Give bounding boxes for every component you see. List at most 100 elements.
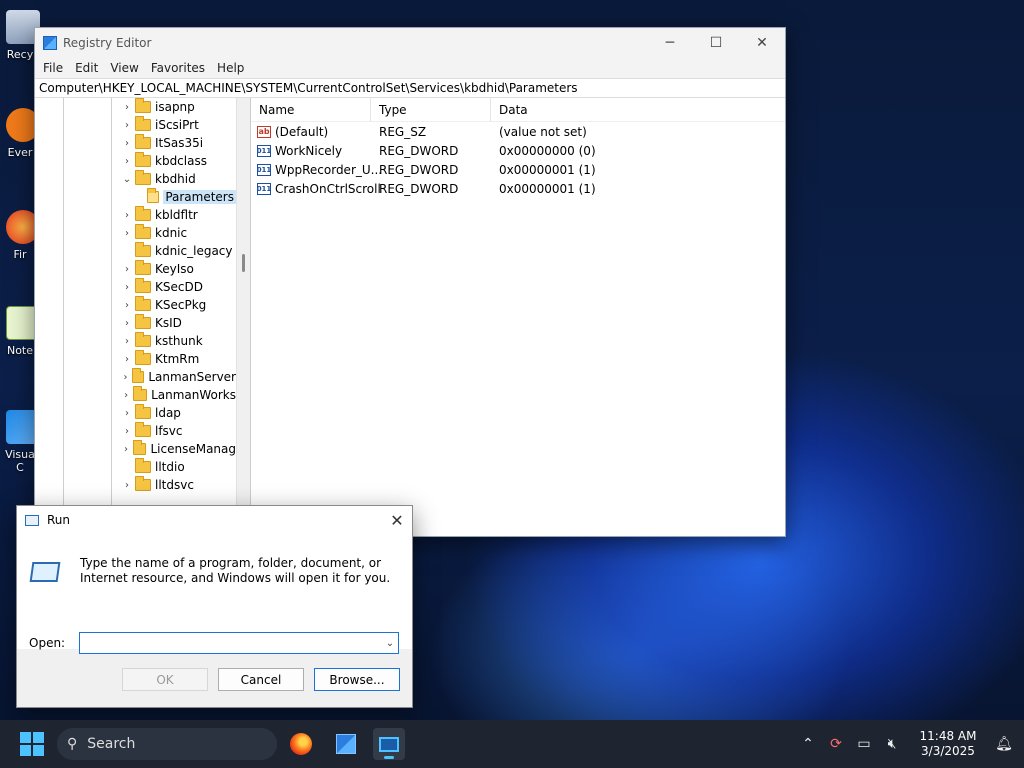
chevron-right-icon[interactable]: ›	[121, 408, 133, 419]
chevron-right-icon[interactable]: ›	[121, 102, 133, 113]
value-name: (Default)	[275, 124, 329, 139]
tree-item[interactable]: › kdnic	[35, 224, 236, 242]
tree-item[interactable]: › ksthunk	[35, 332, 236, 350]
folder-icon	[132, 440, 147, 455]
taskbar-search[interactable]: ⚲ Search	[57, 728, 277, 760]
chevron-down-icon[interactable]: ⌄	[121, 174, 133, 185]
chevron-right-icon[interactable]: ›	[121, 318, 133, 329]
chevron-right-icon[interactable]: ›	[121, 372, 130, 383]
chevron-down-icon[interactable]: ⌄	[383, 634, 397, 652]
run-title-bar[interactable]: Run ✕	[17, 506, 412, 534]
taskbar-registry-editor[interactable]	[330, 728, 362, 760]
minimize-icon: ─	[665, 35, 675, 51]
key-tree-pane[interactable]: › isapnp › iScsiPrt › ItSas35i › kbdclass ⌄ kbdhi…	[35, 98, 251, 536]
clock[interactable]: 11:48 AM 3/3/2025	[912, 729, 984, 759]
open-label: Open:	[29, 636, 66, 650]
value-data: (value not set)	[499, 124, 587, 139]
chevron-right-icon[interactable]: ›	[121, 426, 133, 437]
value-type: REG_DWORD	[379, 162, 459, 177]
value-row[interactable]: 011 WppRecorder_U... REG_DWORD 0x00000001 (…	[251, 160, 785, 179]
registry-editor-icon	[43, 36, 57, 50]
tree-item[interactable]: lltdio	[35, 458, 236, 476]
menu-file[interactable]: File	[37, 61, 69, 75]
chevron-right-icon[interactable]: ›	[121, 210, 133, 221]
chevron-right-icon[interactable]: ›	[121, 480, 133, 491]
tree-item[interactable]: › LicenseManag	[35, 440, 236, 458]
firefox-icon	[290, 733, 312, 755]
menu-favorites[interactable]: Favorites	[145, 61, 211, 75]
value-row[interactable]: 011 CrashOnCtrlScroll REG_DWORD 0x00000001 …	[251, 179, 785, 198]
menu-view[interactable]: View	[104, 61, 144, 75]
menu-edit[interactable]: Edit	[69, 61, 104, 75]
tree-item[interactable]: › lfsvc	[35, 422, 236, 440]
taskbar-run[interactable]	[373, 728, 405, 760]
tree-scrollbar-thumb[interactable]	[242, 254, 245, 272]
tree-scrollbar[interactable]	[236, 98, 250, 536]
tree-item[interactable]: › ItSas35i	[35, 134, 236, 152]
menu-help[interactable]: Help	[211, 61, 250, 75]
chevron-right-icon[interactable]: ›	[121, 138, 133, 149]
tree-item[interactable]: › iScsiPrt	[35, 116, 236, 134]
tree-item-label: KsID	[155, 316, 182, 330]
tree-item[interactable]: › isapnp	[35, 98, 236, 116]
tree-item[interactable]: › KtmRm	[35, 350, 236, 368]
tree-item[interactable]: › KSecPkg	[35, 296, 236, 314]
start-button[interactable]	[20, 732, 44, 756]
value-type: REG_DWORD	[379, 143, 459, 158]
tree-item[interactable]: kdnic_legacy	[35, 242, 236, 260]
close-icon: ✕	[756, 35, 768, 51]
tree-item[interactable]: › kbdclass	[35, 152, 236, 170]
chevron-up-icon[interactable]: ⌃	[794, 736, 822, 752]
chevron-right-icon[interactable]: ›	[121, 444, 131, 455]
tree-item[interactable]: › KSecDD	[35, 278, 236, 296]
column-header-data[interactable]: Data	[491, 98, 651, 122]
tree-item-label: LicenseManag	[150, 442, 236, 456]
open-input[interactable]	[79, 632, 399, 654]
minimize-button[interactable]: ─	[647, 28, 693, 58]
browse-button[interactable]: Browse...	[314, 668, 400, 691]
tree-item[interactable]: Parameters	[35, 188, 236, 206]
address-bar[interactable]: Computer\HKEY_LOCAL_MACHINE\SYSTEM\Curre…	[35, 78, 785, 98]
tree-item[interactable]: › KsID	[35, 314, 236, 332]
tree-item[interactable]: › KeyIso	[35, 260, 236, 278]
registry-editor-window[interactable]: Registry Editor ─ ☐ ✕ File Edit View Fav…	[34, 27, 786, 537]
chevron-right-icon[interactable]: ›	[121, 336, 133, 347]
close-icon: ✕	[390, 510, 404, 530]
chevron-right-icon[interactable]: ›	[121, 264, 133, 275]
run-dialog[interactable]: Run ✕ Type the name of a program, folder…	[16, 505, 413, 708]
chevron-right-icon[interactable]: ›	[121, 354, 133, 365]
tree-item[interactable]: › ldap	[35, 404, 236, 422]
tree-item[interactable]: ⌄ kbdhid	[35, 170, 236, 188]
chevron-right-icon[interactable]: ›	[121, 228, 133, 239]
column-header-name[interactable]: Name	[251, 97, 371, 122]
notification-bell-icon[interactable]: 🔔︎	[990, 736, 1018, 752]
taskbar-firefox[interactable]	[285, 728, 317, 760]
volume-muted-icon[interactable]: 🔇︎	[878, 736, 906, 752]
column-header-type[interactable]: Type	[371, 97, 491, 122]
cancel-button[interactable]: Cancel	[218, 668, 304, 691]
values-pane[interactable]: Name Type Data ab (Default) REG_SZ (value n…	[251, 97, 785, 536]
tree-item-label: KtmRm	[155, 352, 200, 366]
run-close-button[interactable]: ✕	[382, 506, 412, 534]
value-row[interactable]: ab (Default) REG_SZ (value not set)	[251, 122, 785, 141]
title-bar[interactable]: Registry Editor ─ ☐ ✕	[35, 28, 785, 58]
chevron-right-icon[interactable]: ›	[121, 282, 133, 293]
tree-item[interactable]: › kbldfltr	[35, 206, 236, 224]
tree-item[interactable]: › lltdsvc	[35, 476, 236, 494]
chevron-right-icon[interactable]: ›	[121, 300, 133, 311]
chevron-right-icon[interactable]: ›	[121, 156, 133, 167]
close-button[interactable]: ✕	[739, 28, 785, 58]
network-icon[interactable]: ▭	[850, 736, 878, 752]
value-name: WorkNicely	[275, 143, 343, 158]
chevron-right-icon[interactable]: ›	[121, 120, 133, 131]
chevron-right-icon[interactable]: ›	[121, 390, 131, 401]
tree-item[interactable]: › LanmanWorks	[35, 386, 236, 404]
tree-item-label: lltdio	[155, 460, 185, 474]
ok-button[interactable]: OK	[122, 668, 208, 691]
tree-item[interactable]: › LanmanServer	[35, 368, 236, 386]
sync-icon[interactable]: ⟳	[822, 736, 850, 752]
value-row[interactable]: 011 WorkNicely REG_DWORD 0x00000000 (0)	[251, 141, 785, 160]
maximize-button[interactable]: ☐	[693, 28, 739, 58]
tree-item-label: isapnp	[155, 100, 195, 114]
run-description: Type the name of a program, folder, docu…	[80, 556, 391, 585]
